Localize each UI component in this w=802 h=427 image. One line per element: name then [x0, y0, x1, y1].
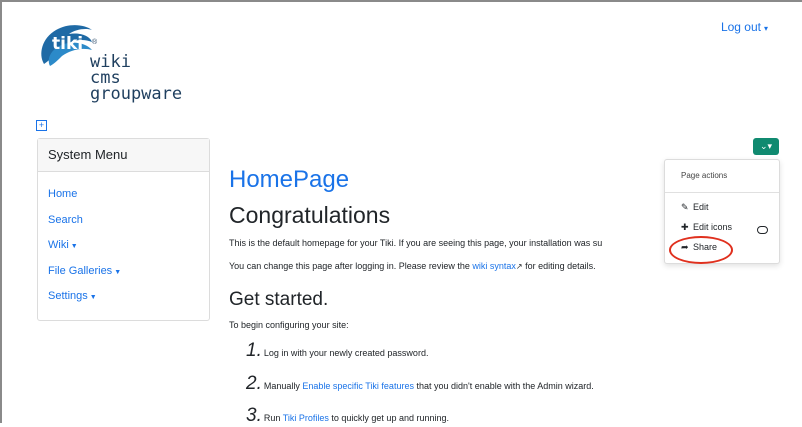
- step-text: Log in with your newly created password.: [263, 348, 429, 358]
- puzzle-icon: ✚: [681, 222, 689, 232]
- step-text: that you didn't enable with the Admin wi…: [413, 381, 594, 391]
- menu-item-label: Edit icons: [693, 222, 733, 232]
- sidebar-item-label: Settings: [48, 290, 88, 302]
- system-menu: System Menu Home Search Wiki ▼ File Galle…: [37, 138, 210, 321]
- caret-down-icon: ▼: [114, 268, 122, 276]
- intro-paragraph: This is the default homepage for your Ti…: [229, 238, 603, 248]
- step-text: to quickly get up and running.: [328, 413, 449, 423]
- system-menu-list: Home Search Wiki ▼ File Galleries ▼ Settin…: [38, 172, 209, 316]
- sidebar-item-label: File Galleries: [48, 264, 113, 277]
- step-text: Manually: [263, 381, 303, 391]
- sidebar-item-settings[interactable]: Settings ▼: [48, 290, 209, 316]
- logo-line-groupware: groupware: [90, 84, 183, 104]
- sidebar-toggle-icon[interactable]: +: [36, 120, 47, 131]
- edit-icon: ✎: [681, 202, 689, 212]
- logo-badge: tiki: [52, 34, 84, 54]
- caret-down-icon: ▼: [89, 294, 97, 301]
- step-number: 1.: [246, 340, 262, 361]
- share-highlight-annotation: [669, 236, 733, 264]
- para-text: for editing details.: [522, 261, 596, 271]
- external-link-icon: ↗: [515, 262, 523, 271]
- logout-label: Log out: [720, 20, 761, 34]
- logout-link[interactable]: Log out ▾: [721, 20, 768, 34]
- sidebar-item-label: Home: [48, 188, 78, 200]
- window-frame-top: [0, 0, 802, 2]
- para-text: You can change this page after logging i…: [229, 261, 473, 271]
- page-title[interactable]: HomePage: [229, 166, 349, 194]
- wiki-syntax-link[interactable]: wiki syntax: [472, 261, 516, 271]
- registered-mark: ®: [92, 39, 98, 46]
- step-text: Run: [263, 413, 283, 423]
- sidebar-item-label: Wiki: [48, 239, 69, 251]
- step-number: 2.: [246, 373, 262, 394]
- caret-down-icon: ▼: [70, 243, 78, 250]
- list-item: 1. Log in with your newly created passwor…: [246, 340, 428, 362]
- site-logo[interactable]: tiki ® wiki cms groupware: [36, 20, 206, 115]
- heading-get-started: Get started.: [229, 289, 329, 310]
- sidebar-item-wiki[interactable]: Wiki ▼: [48, 239, 209, 265]
- enable-features-link[interactable]: Enable specific Tiki features: [302, 381, 414, 391]
- edit-icons-menu-item[interactable]: ✚ Edit icons: [681, 222, 732, 233]
- menu-item-label: Edit: [693, 202, 709, 212]
- logo-wordmark: wiki cms groupware: [90, 54, 183, 104]
- toggle-icon[interactable]: [757, 226, 768, 234]
- heading-congratulations: Congratulations: [229, 202, 391, 228]
- tiki-profiles-link[interactable]: Tiki Profiles: [283, 413, 329, 423]
- list-item: 3. Run Tiki Profiles to quickly get up an…: [246, 405, 449, 427]
- chevron-down-icon: ⌄▾: [759, 141, 773, 151]
- edit-menu-item[interactable]: ✎ Edit: [681, 202, 709, 213]
- sidebar-item-home[interactable]: Home: [48, 188, 209, 214]
- sidebar-item-label: Search: [48, 213, 83, 226]
- edit-info-paragraph: You can change this page after logging i…: [229, 261, 596, 271]
- list-item: 2. Manually Enable specific Tiki features…: [246, 373, 594, 395]
- page-actions-button[interactable]: ⌄▾: [753, 138, 779, 155]
- sidebar-item-file-galleries[interactable]: File Galleries ▼: [48, 265, 209, 291]
- window-frame-left: [0, 0, 2, 423]
- configure-paragraph: To begin configuring your site:: [229, 320, 349, 330]
- dropdown-divider: [665, 192, 779, 193]
- system-menu-title: System Menu: [38, 139, 209, 172]
- dropdown-header: Page actions: [681, 171, 728, 180]
- caret-down-icon: ▾: [763, 24, 768, 33]
- sidebar-item-search[interactable]: Search: [48, 214, 209, 240]
